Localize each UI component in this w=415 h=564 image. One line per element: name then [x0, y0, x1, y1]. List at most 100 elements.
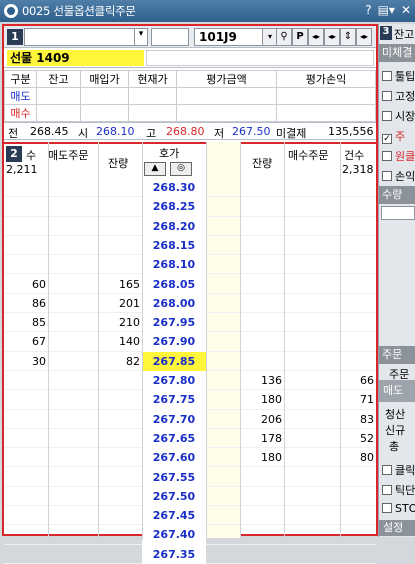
vertical-arrows-icon[interactable]: ⇕ [340, 28, 356, 46]
price-cell[interactable]: 267.55 [142, 467, 206, 487]
sell-order-cell[interactable] [48, 390, 98, 409]
price-cell[interactable]: 267.60 [142, 448, 206, 468]
password-input[interactable] [151, 28, 189, 46]
sell-qty-cell: 140 [119, 335, 140, 349]
sell-order-cell[interactable] [48, 275, 98, 294]
sell-order-cell[interactable] [48, 313, 98, 332]
buy-order-cell[interactable] [284, 255, 340, 274]
scroll-up-button[interactable]: ▲ [144, 162, 166, 176]
buy-order-cell[interactable] [284, 178, 340, 197]
buy-order-cell[interactable] [284, 448, 340, 467]
pnl-cell [206, 352, 240, 371]
nav-arrows-icon[interactable]: ◂▸ [356, 28, 372, 46]
qty-section[interactable]: 수량 [379, 186, 415, 204]
buy-order-cell[interactable] [284, 506, 340, 525]
account-dropdown-icon[interactable]: ▾ [134, 28, 148, 46]
arrows-icon[interactable]: ◂▸ [308, 28, 324, 46]
price-cell[interactable]: 267.80 [142, 371, 206, 391]
price-cell[interactable]: 267.90 [142, 332, 206, 352]
p-button[interactable]: P [292, 28, 308, 46]
sell-order-cell[interactable] [48, 255, 98, 274]
sell-button[interactable]: 매도 [379, 380, 415, 402]
search-icon[interactable]: ⚲ [276, 28, 292, 46]
price-cell[interactable]: 267.75 [142, 390, 206, 410]
sell-order-cell[interactable] [48, 197, 98, 216]
tooltip-check[interactable]: 툴팁 [382, 68, 415, 84]
sell-order-cell[interactable] [48, 429, 98, 448]
close-button[interactable]: ✕ [401, 3, 411, 17]
low-label: 저 [214, 127, 225, 140]
center-icon[interactable]: ◎ [170, 162, 192, 176]
price-cell[interactable]: 268.25 [142, 197, 206, 217]
code-input[interactable]: 101J9 [194, 28, 272, 46]
sell-order-cell[interactable] [48, 236, 98, 255]
oneclick-check[interactable]: 원클 [382, 148, 415, 164]
stop-check[interactable]: STO [382, 502, 415, 515]
price-cell[interactable]: 267.50 [142, 486, 206, 507]
sell-order-cell[interactable] [48, 448, 98, 467]
price-cell[interactable]: 267.65 [142, 428, 206, 449]
sell-order-cell[interactable] [48, 332, 98, 351]
buy-order-cell[interactable] [284, 429, 340, 448]
price-cell[interactable]: 267.35 [142, 544, 206, 564]
price-cell[interactable]: 268.10 [142, 255, 206, 275]
buy-order-cell[interactable] [284, 332, 340, 351]
price-cell[interactable]: 268.30 [142, 178, 206, 198]
order-check[interactable]: ✓ 주 [382, 128, 405, 144]
buy-qty-cell [240, 178, 284, 197]
click-check[interactable]: 클릭 [382, 462, 415, 478]
sell-order-cell[interactable] [48, 352, 98, 371]
account-input[interactable] [24, 28, 144, 46]
buy-order-cell[interactable] [284, 294, 340, 313]
buy-order-cell[interactable] [284, 217, 340, 236]
sell-order-cell[interactable] [48, 410, 98, 429]
settings-button[interactable]: 설정 [379, 520, 415, 536]
buy-order-cell[interactable] [284, 275, 340, 294]
fixed-check[interactable]: 고정 [382, 88, 415, 104]
step-arrows-icon[interactable]: ◂▸ [324, 28, 340, 46]
buy-order-cell[interactable] [284, 313, 340, 332]
order-section[interactable]: 주문 [379, 346, 415, 364]
pnl-check[interactable]: 손익 [382, 168, 415, 184]
price-cell[interactable]: 267.45 [142, 506, 206, 526]
buy-order-cell[interactable] [284, 487, 340, 506]
unfilled-section[interactable]: 미체결 [379, 44, 415, 62]
sell-order-cell[interactable] [48, 468, 98, 487]
buy-order-cell[interactable] [284, 197, 340, 216]
buy-order-cell[interactable] [284, 410, 340, 429]
price-cell[interactable]: 268.15 [142, 235, 206, 256]
tab-balance[interactable]: 잔고 [394, 26, 414, 42]
buy-order-cell[interactable] [284, 352, 340, 371]
buy-order-cell[interactable] [284, 468, 340, 487]
price-cell[interactable]: 268.00 [142, 293, 206, 314]
sell-order-cell[interactable] [48, 217, 98, 236]
buy-order-cell[interactable] [284, 236, 340, 255]
sell-qty-cell: 82 [126, 354, 140, 368]
buy-qty-cell [240, 236, 284, 255]
price-cell[interactable]: 267.95 [142, 313, 206, 333]
buy-order-cell[interactable] [284, 545, 340, 564]
price-cell[interactable]: 267.40 [142, 525, 206, 545]
sell-order-cell[interactable] [48, 487, 98, 506]
price-cell[interactable]: 267.70 [142, 409, 206, 429]
sell-order-cell[interactable] [48, 178, 98, 197]
tick-check[interactable]: 틱단 [382, 482, 415, 498]
sell-order-cell[interactable] [48, 545, 98, 564]
sell-qty-cell [98, 429, 142, 448]
sell-order-cell[interactable] [48, 371, 98, 390]
panel-number-2: 2 [6, 146, 22, 162]
sell-order-cell[interactable] [48, 294, 98, 313]
buy-order-cell[interactable] [284, 390, 340, 409]
buy-order-cell[interactable] [284, 371, 340, 390]
market-check[interactable]: 시장 [382, 108, 415, 124]
menu-button[interactable]: ▤▾ [378, 3, 395, 17]
sell-order-cell[interactable] [48, 506, 98, 525]
instrument-row: 선물 1409 [4, 48, 376, 68]
buy-order-cell[interactable] [284, 525, 340, 544]
sell-order-cell[interactable] [48, 525, 98, 544]
price-cell[interactable]: 267.85 [142, 351, 206, 371]
price-cell[interactable]: 268.20 [142, 216, 206, 236]
qty-input[interactable] [381, 206, 415, 220]
price-cell[interactable]: 268.05 [142, 274, 206, 294]
help-button[interactable]: ? [365, 3, 371, 17]
